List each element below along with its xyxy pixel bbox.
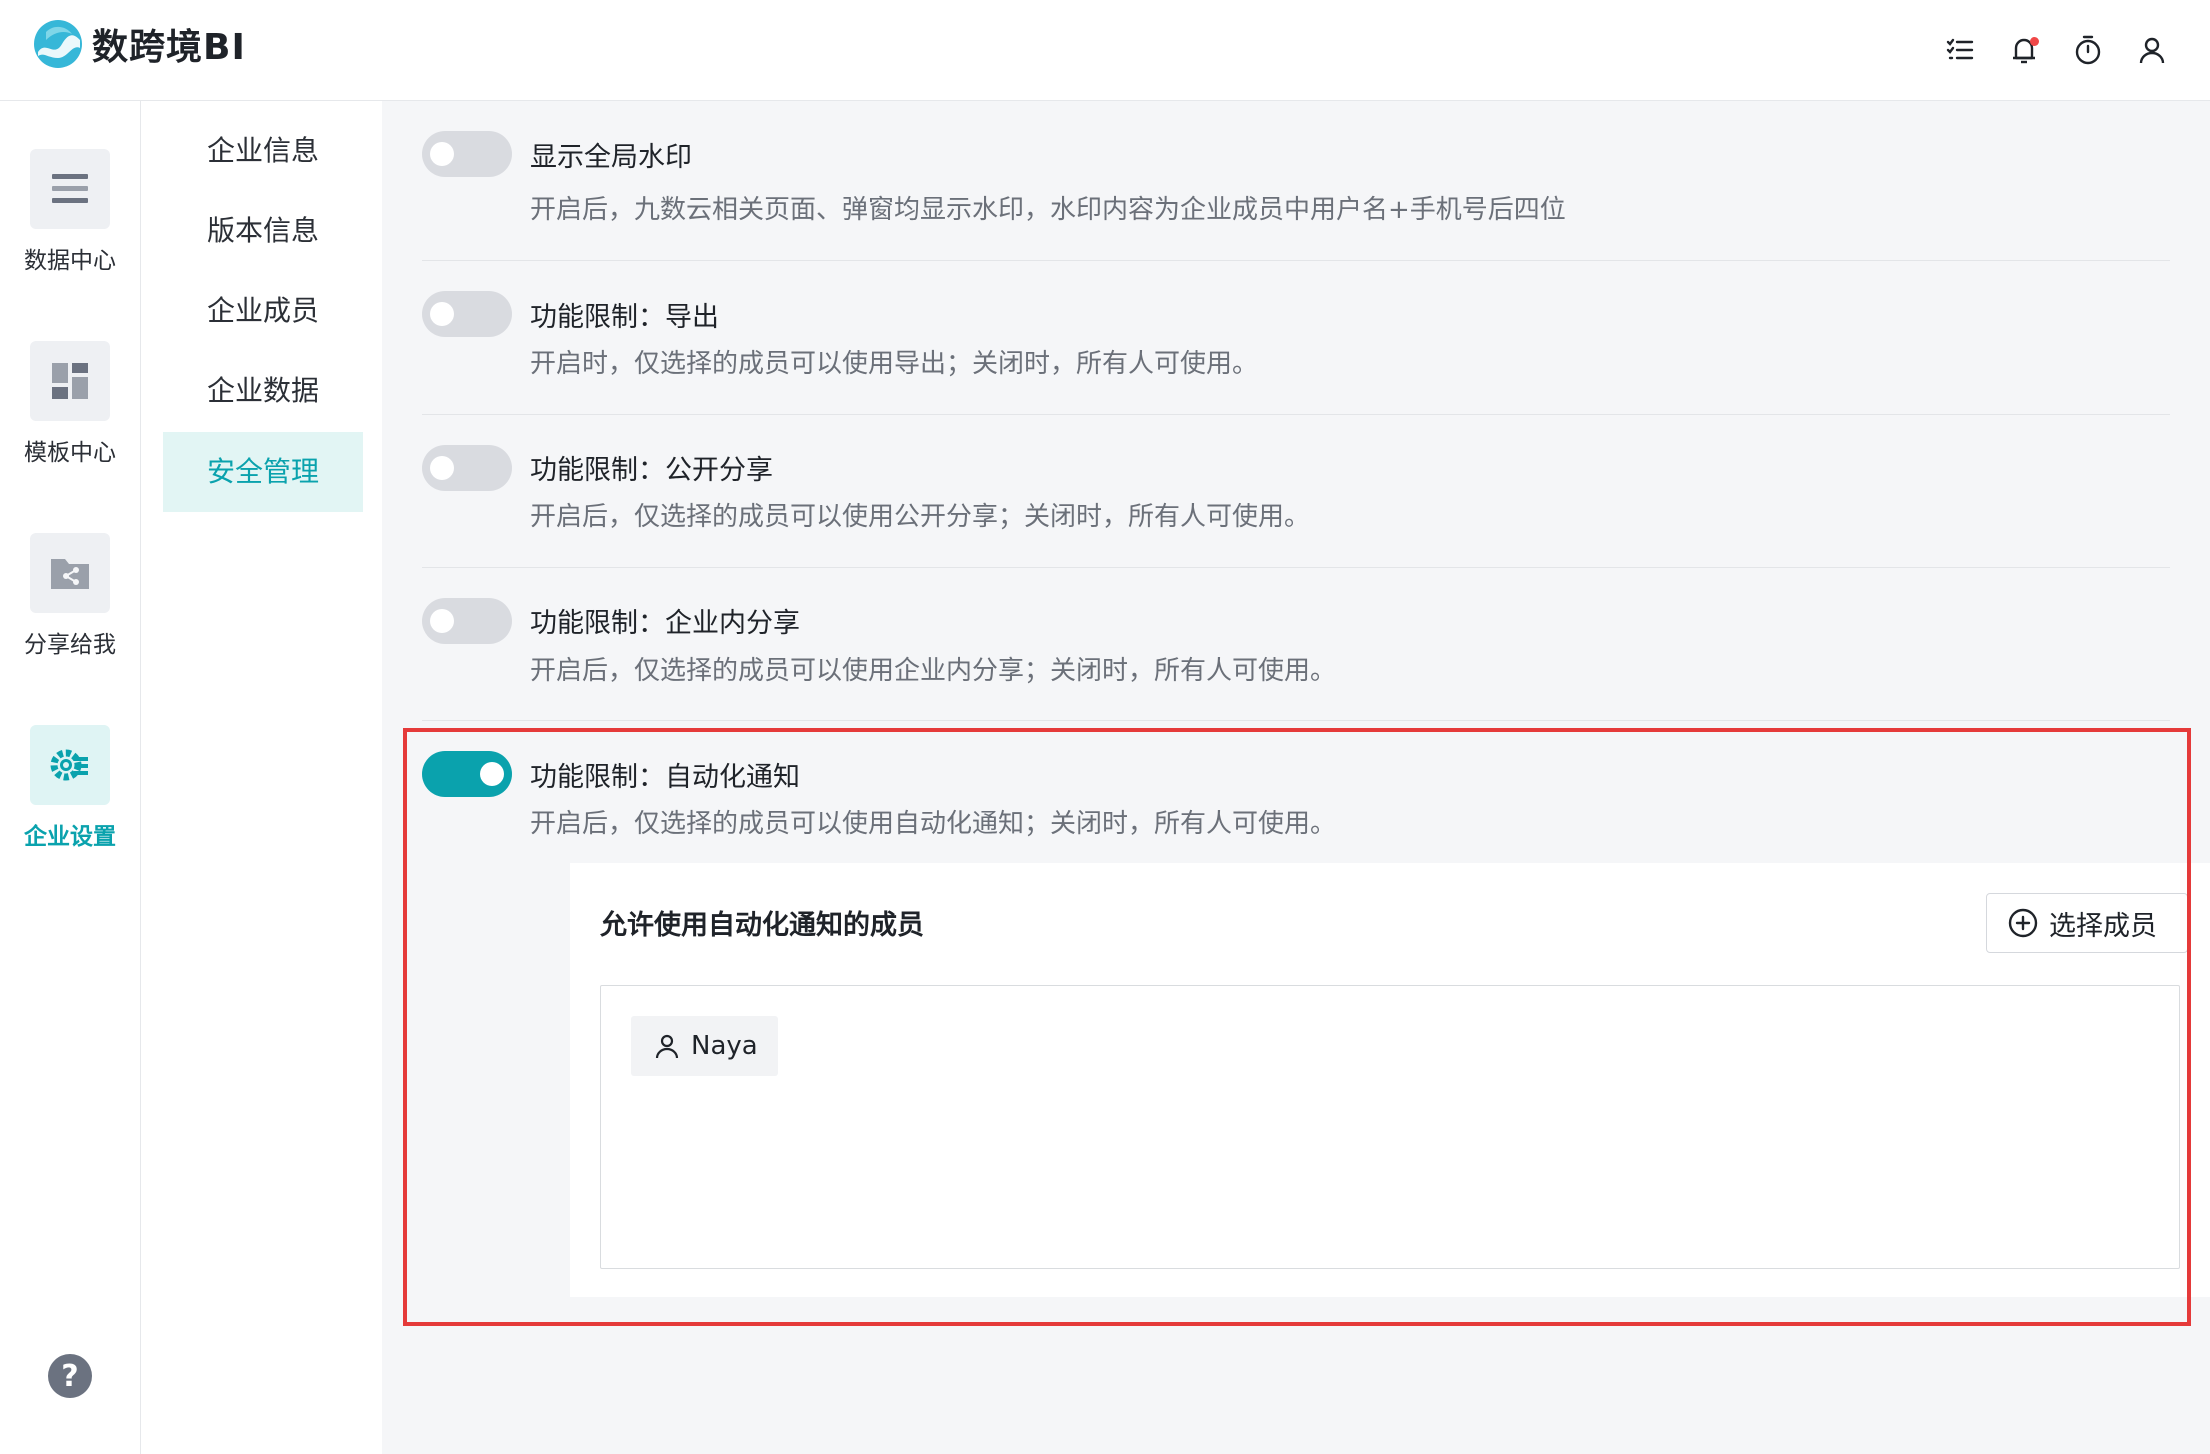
shared-folder-icon — [51, 559, 89, 589]
setting-title: 显示全局水印 — [530, 142, 692, 173]
member-chip[interactable]: Naya — [631, 1016, 778, 1076]
allowed-members-title: 允许使用自动化通知的成员 — [600, 910, 924, 941]
public-share-limit-toggle[interactable] — [422, 445, 512, 491]
allowed-members-panel: 允许使用自动化通知的成员 选择成员 Naya — [570, 863, 2210, 1297]
setting-export-limit: 功能限制：导出 开启时，仅选择的成员可以使用导出；关闭时，所有人可使用。 — [422, 261, 2170, 415]
security-settings-panel: 显示全局水印 开启后，九数云相关页面、弹窗均显示水印，水印内容为企业成员中用户名… — [382, 101, 2210, 1454]
internal-share-limit-toggle[interactable] — [422, 598, 512, 644]
plus-circle-icon — [2008, 908, 2038, 938]
toggle-knob — [480, 762, 504, 786]
rail-tile — [30, 533, 110, 613]
setting-title: 功能限制：公开分享 — [530, 455, 773, 486]
rail-label: 数据中心 — [24, 248, 116, 274]
rail-label: 分享给我 — [24, 632, 116, 658]
members-list: Naya — [600, 985, 2180, 1269]
setting-description: 开启后，九数云相关页面、弹窗均显示水印，水印内容为企业成员中用户名+手机号后四位 — [530, 195, 1566, 225]
top-bar: 数跨境BI — [0, 0, 2210, 101]
rail-tile — [30, 341, 110, 421]
user-icon — [655, 1034, 679, 1059]
select-members-button[interactable]: 选择成员 — [1986, 893, 2188, 953]
rail-item-template-center[interactable]: 模板中心 — [0, 341, 140, 467]
rail-item-enterprise-settings[interactable]: 企业设置 — [0, 725, 140, 851]
data-center-icon — [52, 174, 88, 203]
user-icon[interactable] — [2134, 28, 2170, 72]
template-center-icon — [52, 363, 88, 399]
setting-description: 开启后，仅选择的成员可以使用自动化通知；关闭时，所有人可使用。 — [530, 809, 1337, 839]
toggle-knob — [430, 142, 454, 166]
primary-sidebar: 数据中心 模板中心 分享给我 企业设置 — [0, 101, 141, 1454]
setting-watermark: 显示全局水印 开启后，九数云相关页面、弹窗均显示水印，水印内容为企业成员中用户名… — [422, 101, 2170, 261]
subnav-item-members[interactable]: 企业成员 — [163, 271, 363, 351]
setting-automation-notify-limit: 功能限制：自动化通知 开启后，仅选择的成员可以使用自动化通知；关闭时，所有人可使… — [422, 721, 2210, 1321]
app-name: 数跨境BI — [92, 27, 246, 68]
setting-internal-share-limit: 功能限制：企业内分享 开启后，仅选择的成员可以使用企业内分享；关闭时，所有人可使… — [422, 568, 2170, 721]
notification-dot — [2030, 37, 2039, 46]
rail-tile-active — [30, 725, 110, 805]
setting-title: 功能限制：自动化通知 — [530, 762, 800, 793]
app-logo[interactable]: 数跨境BI — [32, 18, 246, 70]
subnav-item-security[interactable]: 安全管理 — [163, 432, 363, 512]
rail-item-shared-with-me[interactable]: 分享给我 — [0, 533, 140, 659]
setting-description: 开启时，仅选择的成员可以使用导出；关闭时，所有人可使用。 — [530, 349, 1259, 379]
settings-subnav: 企业信息 版本信息 企业成员 企业数据 安全管理 — [141, 101, 382, 1454]
rail-tile — [30, 149, 110, 229]
setting-public-share-limit: 功能限制：公开分享 开启后，仅选择的成员可以使用公开分享；关闭时，所有人可使用。 — [422, 415, 2170, 568]
automation-notify-toggle[interactable] — [422, 751, 512, 797]
member-name: Naya — [691, 1031, 758, 1061]
subnav-item-version-info[interactable]: 版本信息 — [163, 191, 363, 271]
help-icon[interactable]: ? — [48, 1354, 92, 1398]
logo-mark-icon — [34, 20, 82, 68]
subnav-item-company-data[interactable]: 企业数据 — [163, 351, 363, 431]
bell-icon[interactable] — [2006, 28, 2042, 72]
setting-title: 功能限制：导出 — [530, 302, 719, 333]
toggle-knob — [430, 302, 454, 326]
task-list-icon[interactable] — [1942, 28, 1978, 72]
watermark-toggle[interactable] — [422, 131, 512, 177]
toggle-knob — [430, 609, 454, 633]
select-members-label: 选择成员 — [2049, 910, 2157, 942]
rail-item-data-center[interactable]: 数据中心 — [0, 149, 140, 275]
setting-description: 开启后，仅选择的成员可以使用企业内分享；关闭时，所有人可使用。 — [530, 656, 1337, 686]
export-limit-toggle[interactable] — [422, 291, 512, 337]
subnav-item-company-info[interactable]: 企业信息 — [163, 111, 363, 191]
timer-icon[interactable] — [2070, 28, 2106, 72]
rail-label: 模板中心 — [24, 440, 116, 466]
toggle-knob — [430, 456, 454, 480]
setting-title: 功能限制：企业内分享 — [530, 608, 800, 639]
gear-list-icon — [50, 749, 88, 781]
rail-label-active: 企业设置 — [24, 824, 116, 850]
setting-description: 开启后，仅选择的成员可以使用公开分享；关闭时，所有人可使用。 — [530, 502, 1311, 532]
